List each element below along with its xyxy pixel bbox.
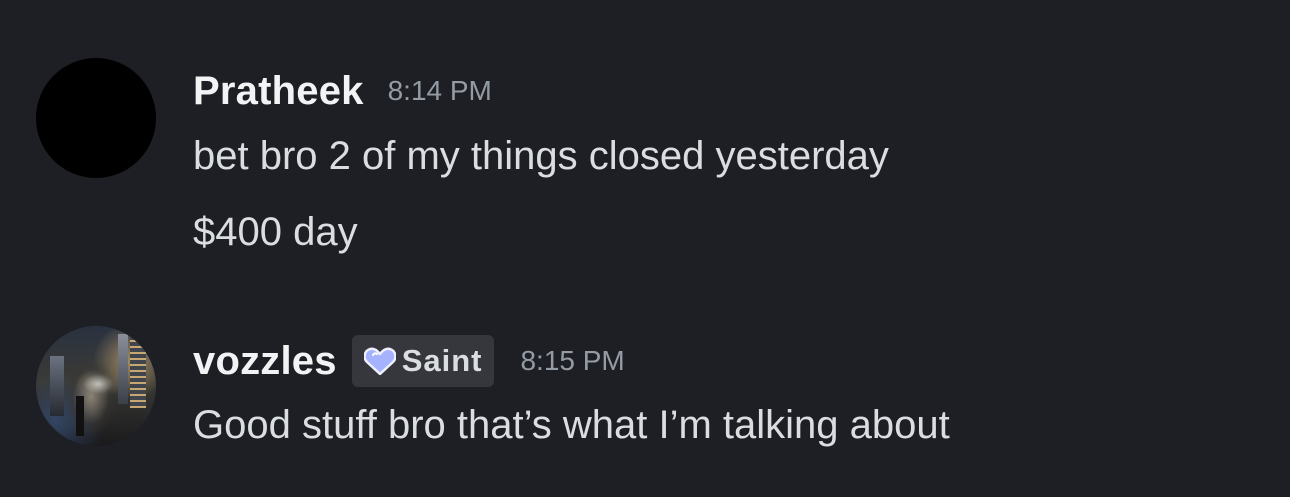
message-text: Good stuff bro that’s what I’m talking a…: [193, 403, 950, 447]
avatar-post: [76, 396, 84, 436]
avatar[interactable]: [36, 58, 156, 178]
avatar[interactable]: [36, 326, 156, 446]
avatar-building: [130, 328, 146, 408]
timestamp[interactable]: 8:15 PM: [520, 345, 624, 377]
avatar-building: [118, 334, 128, 404]
role-badge[interactable]: Saint: [351, 335, 495, 387]
message-text: bet bro 2 of my things closed yesterday: [193, 134, 889, 178]
username[interactable]: vozzles: [193, 339, 337, 384]
avatar-building: [50, 356, 64, 416]
username[interactable]: Pratheek: [193, 69, 364, 114]
role-label: Saint: [401, 343, 483, 378]
message-text: $400 day: [193, 210, 358, 254]
message-header: vozzles Saint 8:15 PM: [193, 334, 625, 388]
message-header: Pratheek 8:14 PM: [193, 68, 492, 114]
heart-icon: [363, 347, 396, 375]
timestamp[interactable]: 8:14 PM: [388, 75, 492, 107]
